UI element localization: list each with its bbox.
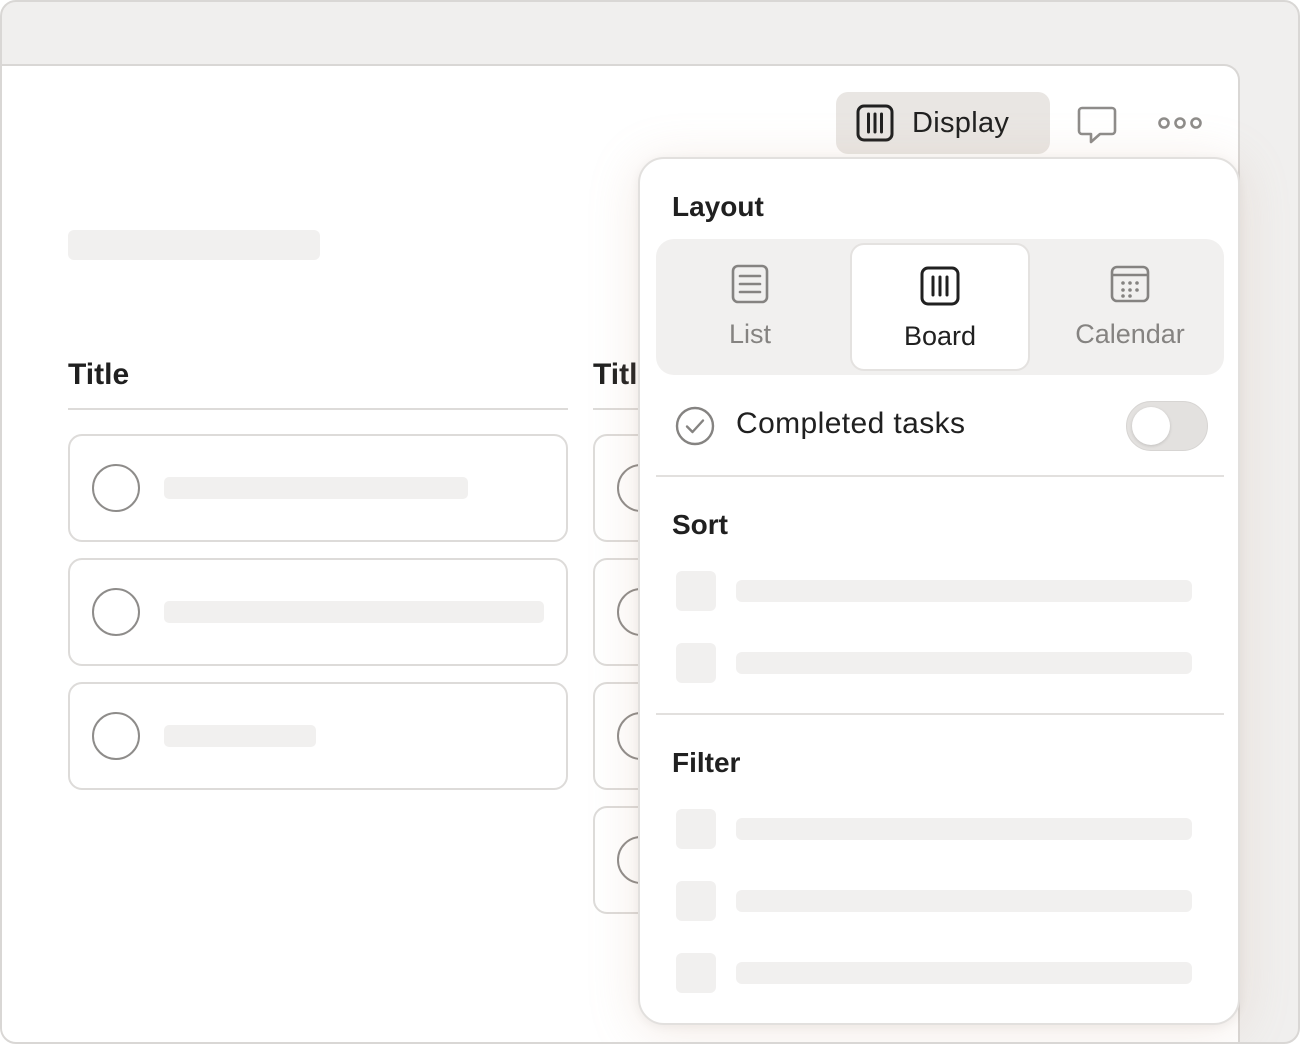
layout-option-calendar[interactable]: Calendar [1040, 243, 1220, 371]
filter-option-placeholder[interactable] [676, 881, 1192, 923]
filter-option-placeholder[interactable] [676, 953, 1192, 995]
display-button[interactable]: Display [836, 92, 1050, 154]
check-circle-icon [675, 406, 715, 446]
task-title-placeholder [164, 477, 468, 499]
board-icon [920, 266, 960, 306]
task-card[interactable] [68, 558, 568, 666]
section-divider [656, 713, 1224, 715]
calendar-icon [1110, 265, 1150, 303]
column-divider [68, 408, 568, 410]
display-button-label: Display [912, 106, 1010, 139]
display-popover: Layout List Board Calendar Completed tas… [638, 157, 1240, 1025]
sort-section-title: Sort [672, 509, 728, 540]
completed-tasks-toggle[interactable] [1126, 401, 1208, 451]
filter-option-placeholder[interactable] [676, 809, 1192, 851]
task-card[interactable] [68, 682, 568, 790]
option-icon-placeholder [676, 571, 716, 611]
option-icon-placeholder [676, 809, 716, 849]
option-icon-placeholder [676, 881, 716, 921]
layout-option-list[interactable]: List [660, 243, 840, 371]
completed-tasks-label: Completed tasks [736, 407, 966, 440]
board-icon [856, 104, 894, 142]
task-card[interactable] [68, 434, 568, 542]
option-label-placeholder [736, 962, 1192, 984]
option-label-placeholder [736, 890, 1192, 912]
column-header: Title [68, 358, 130, 391]
layout-option-board[interactable]: Board [850, 243, 1030, 371]
layout-option-label: Calendar [1075, 319, 1185, 349]
sort-option-placeholder[interactable] [676, 643, 1192, 685]
sort-option-placeholder[interactable] [676, 571, 1192, 613]
option-label-placeholder [736, 652, 1192, 674]
layout-option-label: Board [903, 321, 977, 351]
page-title-placeholder [68, 230, 320, 260]
app-frame: Display Title Title Layout List Board Ca… [0, 0, 1300, 1044]
list-icon [731, 264, 769, 304]
option-label-placeholder [736, 580, 1192, 602]
toggle-knob [1132, 407, 1170, 445]
filter-section-title: Filter [672, 747, 741, 778]
layout-section-title: Layout [672, 191, 764, 222]
completed-tasks-row[interactable]: Completed tasks [656, 391, 1224, 463]
task-checkbox[interactable] [92, 712, 140, 760]
task-title-placeholder [164, 601, 544, 623]
task-checkbox[interactable] [92, 588, 140, 636]
section-divider [656, 475, 1224, 477]
comment-icon[interactable] [1076, 104, 1118, 146]
option-label-placeholder [736, 818, 1192, 840]
task-checkbox[interactable] [92, 464, 140, 512]
task-title-placeholder [164, 725, 316, 747]
layout-option-label: List [728, 319, 772, 349]
option-icon-placeholder [676, 643, 716, 683]
layout-selector: List Board Calendar [656, 239, 1224, 375]
more-options-icon[interactable] [1156, 110, 1204, 136]
option-icon-placeholder [676, 953, 716, 993]
